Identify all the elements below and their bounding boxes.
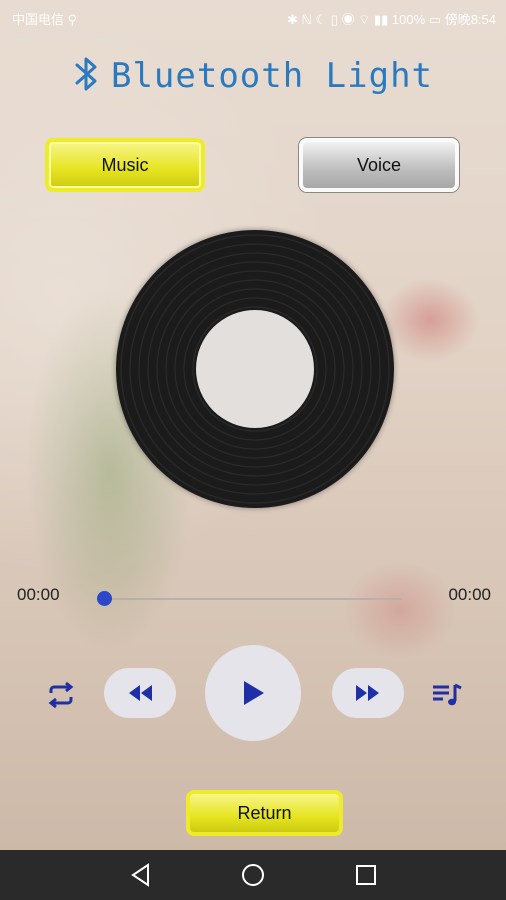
progress-track[interactable] (104, 598, 402, 600)
total-time: 00:00 (448, 585, 491, 604)
playlist-icon (433, 683, 462, 706)
playlist-button[interactable] (430, 678, 464, 712)
fast-forward-button[interactable] (332, 668, 404, 718)
play-icon (244, 681, 264, 705)
return-button[interactable]: Return (186, 790, 343, 836)
recents-square-icon (356, 865, 376, 885)
progress-slider-thumb[interactable] (97, 591, 112, 606)
home-circle-icon (242, 864, 264, 886)
bluetooth-icon (73, 55, 101, 98)
voice-mode-button[interactable]: Voice (299, 138, 459, 192)
repeat-icon (48, 681, 74, 709)
status-bar: 中国电信 ⚲ ✱ ℕ ☾ ▯ ◉ ⌔ ▮▮ 100% ▭ 傍晚8:54 (0, 0, 506, 36)
nav-recents-button[interactable] (353, 862, 379, 888)
elapsed-time: 00:00 (17, 585, 60, 604)
page-title: Bluetooth Light (110, 56, 434, 96)
status-icons-and-time: ✱ ℕ ☾ ▯ ◉ ⌔ ▮▮ 100% ▭ 傍晚8:54 (287, 12, 496, 27)
fast-forward-icon (356, 685, 379, 701)
play-button[interactable] (205, 645, 301, 741)
rewind-icon (129, 685, 152, 701)
app-header: Bluetooth Light (0, 52, 506, 100)
nav-home-button[interactable] (240, 862, 266, 888)
record-center-label (196, 310, 314, 428)
back-triangle-icon (131, 863, 149, 887)
vinyl-record-image (116, 230, 394, 508)
carrier-label: 中国电信 ⚲ (12, 12, 78, 27)
rewind-button[interactable] (104, 668, 176, 718)
navigation-bar (0, 850, 506, 900)
music-mode-button[interactable]: Music (45, 138, 205, 192)
nav-back-button[interactable] (128, 862, 154, 888)
repeat-button[interactable] (44, 678, 78, 712)
